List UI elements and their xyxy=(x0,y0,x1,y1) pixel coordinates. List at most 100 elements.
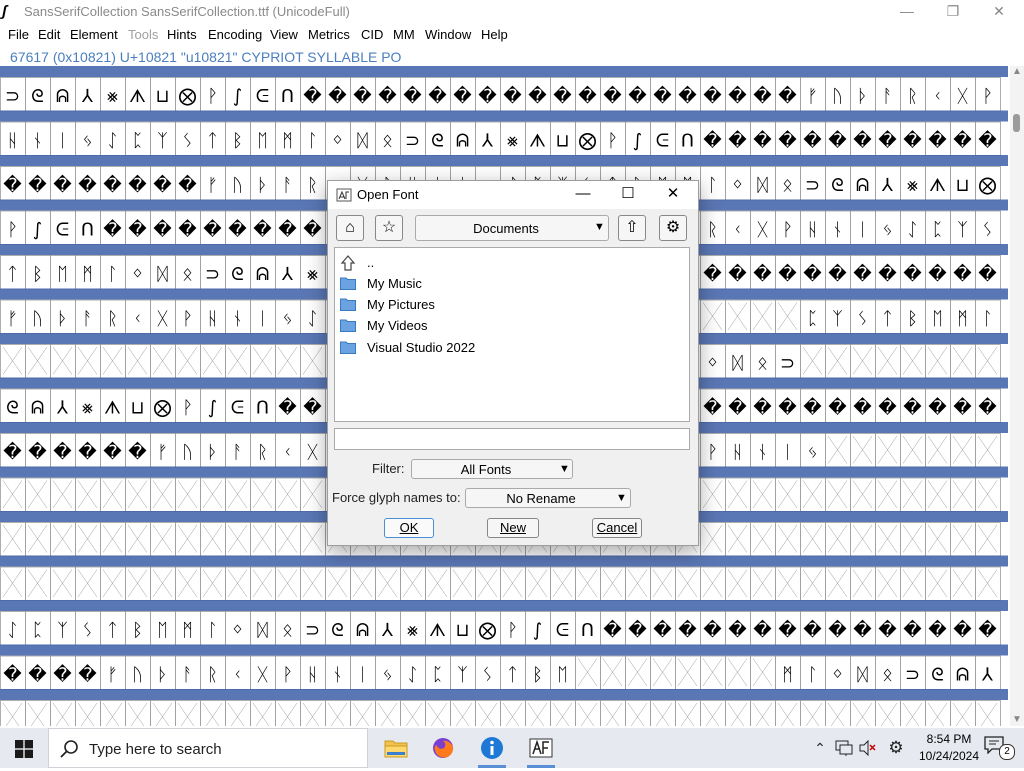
glyph-char: ᚲ xyxy=(932,86,943,107)
fontforge-icon[interactable] xyxy=(517,728,565,768)
folder-icon xyxy=(340,276,356,290)
start-button[interactable] xyxy=(0,728,48,768)
vertical-scrollbar[interactable]: ▲ ▼ xyxy=(1010,66,1024,726)
file-list-item[interactable]: My Videos xyxy=(340,316,680,336)
glyph-char: ⨳ xyxy=(82,398,93,419)
new-button[interactable]: New xyxy=(487,518,539,538)
menu-metrics[interactable]: Metrics xyxy=(308,27,350,42)
file-explorer-icon[interactable] xyxy=(371,728,419,768)
glyph-char: � xyxy=(903,619,922,641)
dialog-maximize-button[interactable]: ☐ xyxy=(608,181,648,207)
glyph-char: ⨳ xyxy=(107,86,118,107)
close-button[interactable]: ✕ xyxy=(976,0,1022,24)
glyph-cell xyxy=(525,700,551,726)
info-app-icon[interactable] xyxy=(468,728,516,768)
menu-encoding[interactable]: Encoding xyxy=(208,27,262,42)
glyph-char: ᛁ xyxy=(57,131,68,152)
file-list-item[interactable]: My Pictures xyxy=(340,295,680,315)
glyph-char: ᚺ xyxy=(807,220,818,241)
glyph-char: � xyxy=(153,219,172,241)
force-glyph-names-select[interactable]: No Rename ▼ xyxy=(465,488,631,508)
file-list-item-parent[interactable]: .. xyxy=(340,253,680,273)
network-icon[interactable] xyxy=(834,728,854,768)
bookmarks-button[interactable]: ☆ xyxy=(375,215,403,241)
glyph-char: ⊔ xyxy=(955,175,969,196)
glyph-char: � xyxy=(653,619,672,641)
firefox-icon[interactable] xyxy=(419,728,467,768)
glyph-char: ᛗ xyxy=(957,309,968,330)
menu-file[interactable]: File xyxy=(8,27,29,42)
ok-button[interactable]: OK xyxy=(384,518,434,538)
glyph-char: � xyxy=(878,130,897,152)
menu-element[interactable]: Element xyxy=(70,27,118,42)
dialog-close-button[interactable]: ✕ xyxy=(653,181,693,207)
filter-select[interactable]: All Fonts ▼ xyxy=(411,459,573,479)
menu-view[interactable]: View xyxy=(270,27,298,42)
menu-tools[interactable]: Tools xyxy=(128,27,158,42)
glyph-char: ⅄ xyxy=(482,131,494,152)
settings-icon[interactable]: ⚙ xyxy=(884,728,908,768)
glyph-cell xyxy=(725,700,751,726)
dialog-title-bar: Open Font — ☐ ✕ xyxy=(328,181,698,209)
file-list-item[interactable]: My Music xyxy=(340,274,680,294)
glyph-char: � xyxy=(978,397,997,419)
glyph-char: � xyxy=(778,130,797,152)
glyph-cell xyxy=(225,700,251,726)
dialog-minimize-button[interactable]: — xyxy=(563,181,603,207)
glyph-char: ᚹ xyxy=(7,220,18,241)
volume-muted-icon[interactable] xyxy=(858,728,878,768)
glyph-cell xyxy=(675,700,701,726)
glyph-char: ᛒ xyxy=(132,620,143,641)
menu-help[interactable]: Help xyxy=(481,27,508,42)
glyph-char: � xyxy=(578,85,597,107)
glyph-char: ᗑ xyxy=(429,620,446,641)
force-glyph-names-label: Force glyph names to: xyxy=(332,490,461,505)
glyph-char: � xyxy=(928,263,947,285)
restore-button[interactable]: ❐ xyxy=(930,0,976,24)
scroll-up-arrow-icon[interactable]: ▲ xyxy=(1011,66,1023,78)
file-list-item-label: My Videos xyxy=(367,318,428,333)
notification-button[interactable]: 2 xyxy=(984,736,1015,760)
cancel-button[interactable]: Cancel xyxy=(592,518,642,538)
glyph-char: ᚢ xyxy=(132,665,143,686)
glyph-char: � xyxy=(678,85,697,107)
glyph-char: ᕮ xyxy=(231,398,244,419)
file-list-item[interactable]: Visual Studio 2022 xyxy=(340,338,680,358)
parent-directory-button[interactable]: ⇧ xyxy=(618,215,646,241)
glyph-char: ᛖ xyxy=(57,264,68,285)
scroll-thumb[interactable] xyxy=(1013,114,1020,132)
glyph-char: ᑎ xyxy=(281,86,294,107)
up-arrow-icon xyxy=(340,255,356,271)
home-button[interactable]: ⌂ xyxy=(336,215,364,241)
file-list-item-label: Visual Studio 2022 xyxy=(367,340,476,355)
glyph-char: ᛏ xyxy=(207,131,218,152)
glyph-char: ⊃ xyxy=(5,86,20,107)
glyph-char: ᚷ xyxy=(757,220,768,241)
glyph-cell xyxy=(100,700,126,726)
glyph-char: ᘓ xyxy=(431,131,444,152)
menu-hints[interactable]: Hints xyxy=(167,27,197,42)
glyph-char: � xyxy=(53,441,72,463)
clock[interactable]: 8:54 PM 10/24/2024 xyxy=(918,731,980,765)
glyph-char: ᕱ xyxy=(956,665,969,686)
minimize-button[interactable]: — xyxy=(884,0,930,24)
filename-input[interactable] xyxy=(334,428,690,450)
glyph-char: � xyxy=(903,263,922,285)
chevron-down-icon: ▼ xyxy=(559,463,570,475)
menu-edit[interactable]: Edit xyxy=(38,27,60,42)
glyph-cell xyxy=(375,700,401,726)
file-list[interactable]: .. My Music My Pictures My Videos Visual… xyxy=(334,247,690,422)
scroll-down-arrow-icon[interactable]: ▼ xyxy=(1011,714,1023,726)
menu-cid[interactable]: CID xyxy=(361,27,383,42)
glyph-char: ⨂ xyxy=(479,620,497,641)
glyph-char: ᛈ xyxy=(807,309,818,330)
directory-select[interactable]: Documents ▼ xyxy=(415,215,609,241)
taskbar-search-box[interactable]: Type here to search xyxy=(48,728,368,768)
chevron-up-icon[interactable]: ⌃ xyxy=(810,728,830,768)
settings-button[interactable]: ⚙ xyxy=(659,215,687,241)
glyph-char: ᛃ xyxy=(82,131,93,152)
glyph-char: ᚹ xyxy=(982,86,993,107)
glyph-char: � xyxy=(378,85,397,107)
menu-window[interactable]: Window xyxy=(425,27,471,42)
menu-mm[interactable]: MM xyxy=(393,27,415,42)
